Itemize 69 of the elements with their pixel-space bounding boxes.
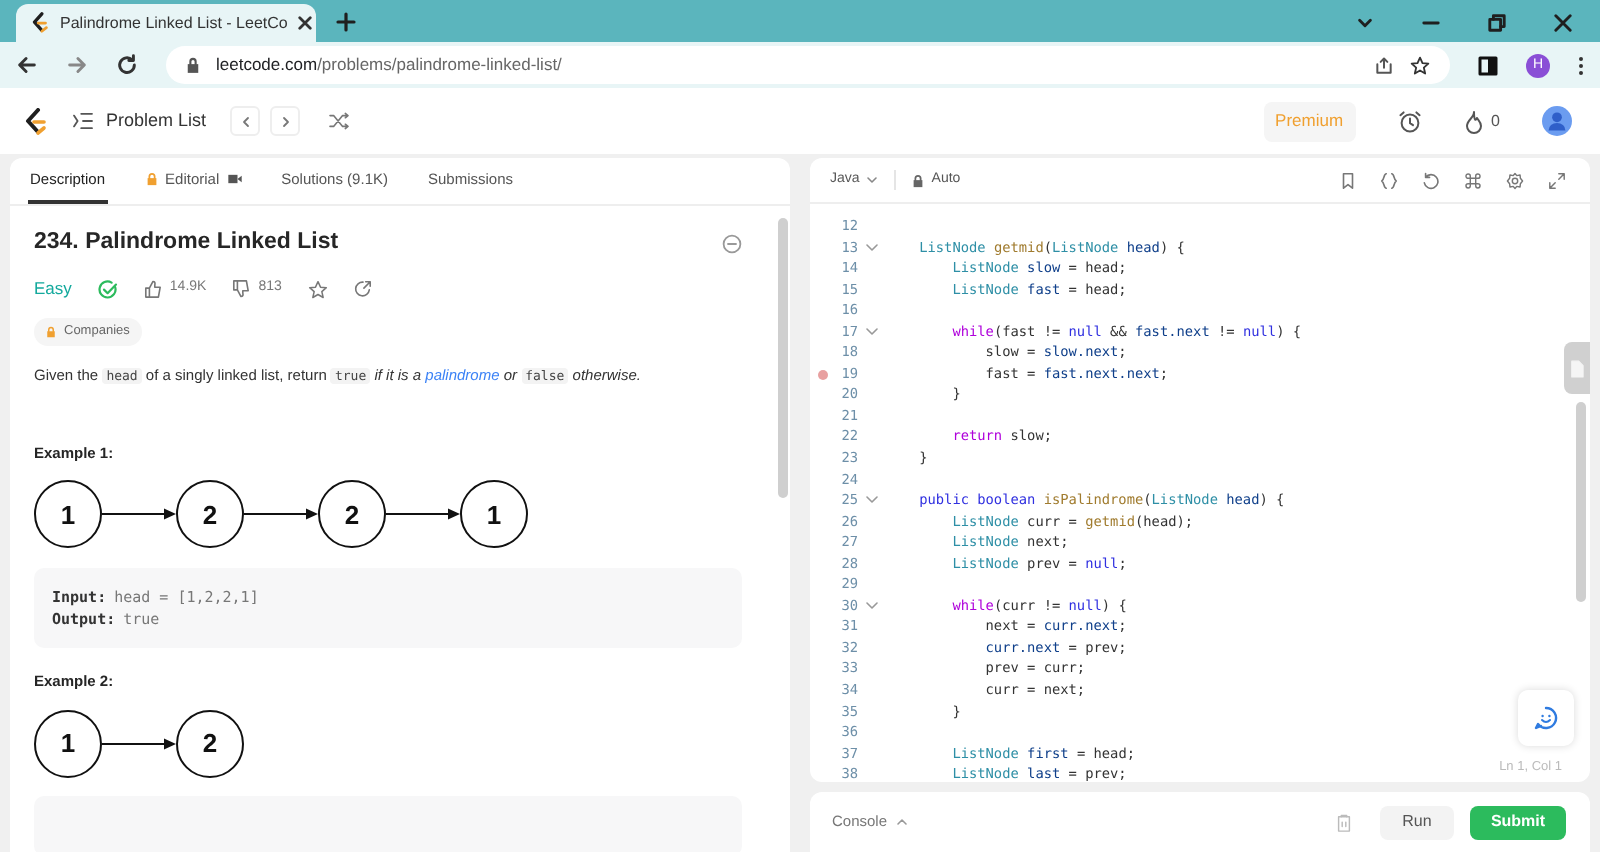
url-text: leetcode.com/problems/palindrome-linked-list/ [216,52,564,78]
problem-list-link[interactable]: Problem List [106,107,207,135]
streak-count: 0 [1491,109,1500,133]
list-node: 2 [176,709,244,777]
shuffle-icon[interactable] [328,112,351,130]
logo-icon [30,12,50,34]
share-icon[interactable] [353,280,372,299]
close-icon[interactable] [1554,14,1572,32]
flame-icon[interactable] [1463,109,1484,133]
reload-icon[interactable] [116,54,138,76]
chevron-down-icon [865,174,878,186]
list-node: 1 [460,480,528,549]
video-icon [227,174,242,184]
previous-button[interactable] [230,106,261,136]
next-button[interactable] [270,106,301,136]
chevron-down-icon[interactable] [1356,14,1374,32]
browser-tab[interactable]: Palindrome Linked List - LeetCo [16,4,316,42]
restore-icon[interactable] [1488,14,1506,32]
user-avatar-icon[interactable] [1542,106,1572,136]
braces-icon[interactable] [1380,171,1398,189]
alarm-clock-icon[interactable] [1397,109,1422,133]
forward-icon[interactable] [66,54,88,76]
reset-icon[interactable] [1422,171,1440,189]
fold-chevron-icon[interactable] [866,328,878,336]
side-panel-icon[interactable] [1478,55,1498,75]
fold-chevron-icon[interactable] [866,602,878,611]
star-icon[interactable] [1410,55,1430,75]
logo-icon[interactable] [24,107,48,135]
list-node: 1 [34,709,102,777]
chevron-up-icon [895,816,908,829]
scrollbar-thumb[interactable] [778,218,788,498]
new-tab-icon[interactable] [336,12,356,32]
more-icon[interactable] [722,233,742,254]
star-icon[interactable] [307,279,328,300]
back-icon[interactable] [16,54,38,76]
bookmark-icon[interactable] [1340,171,1356,189]
share-icon[interactable] [1374,55,1394,75]
list-node: 2 [318,480,386,549]
difficulty-label: Easy [34,276,72,302]
lock-icon [46,326,56,338]
scrollbar-thumb[interactable] [1576,402,1586,602]
expand-icon[interactable] [1548,171,1566,189]
arrow [244,506,318,523]
tab-title: Palindrome Linked List - LeetCo [60,11,288,35]
document-icon [1570,359,1584,377]
thumbs-up-icon[interactable] [143,280,162,299]
run-button[interactable]: Run [1380,805,1454,840]
lock-icon [186,56,200,74]
arrow [102,735,176,751]
arrow [386,506,460,523]
close-icon[interactable] [297,16,312,30]
address-field[interactable]: leetcode.com/problems/palindrome-linked-list/ [166,46,1450,84]
list-icon[interactable] [72,112,94,130]
arrow [102,506,176,523]
settings-icon[interactable] [1506,171,1524,189]
kebab-menu-icon[interactable] [1578,55,1584,75]
command-key-icon[interactable] [1464,171,1482,189]
chevron-left-icon [239,115,252,127]
lock-icon [145,172,158,186]
fold-chevron-icon[interactable] [866,496,878,505]
thumbs-down-icon[interactable] [232,280,251,299]
list-node: 1 [34,480,102,549]
feedback-button[interactable] [1518,690,1574,747]
chevron-right-icon [279,115,292,127]
fold-chevron-icon[interactable] [866,243,878,252]
chat-smile-icon [1534,706,1558,731]
problem-title: 234. Palindrome Linked List [34,228,339,258]
list-node: 2 [176,480,244,549]
lock-icon [911,173,924,187]
